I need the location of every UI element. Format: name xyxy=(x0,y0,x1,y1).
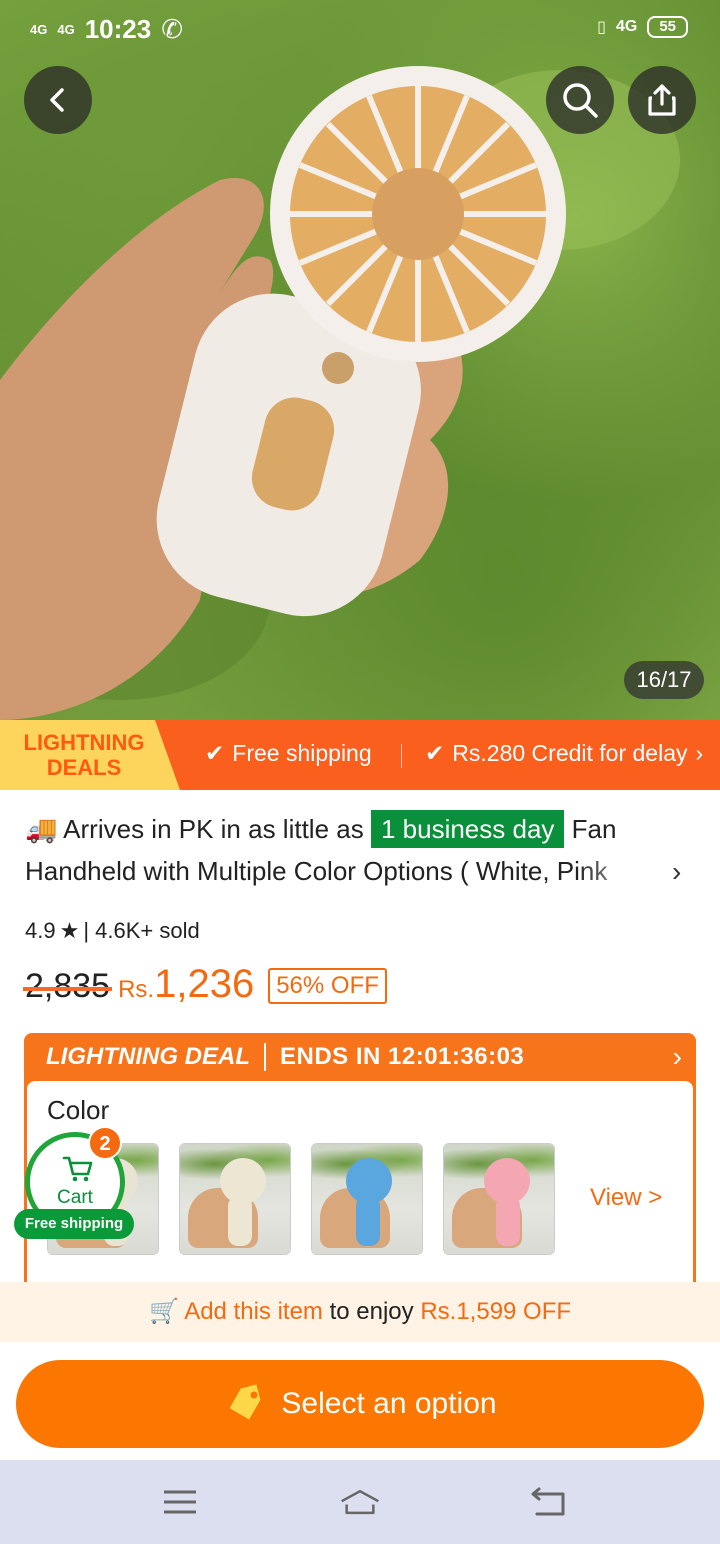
cart-icon xyxy=(62,1156,93,1182)
chevron-right-icon[interactable]: › xyxy=(673,1041,682,1073)
share-icon xyxy=(648,84,676,116)
price-row: 2,835 Rs.1,236 56% OFF xyxy=(22,962,387,1008)
price-tag-icon xyxy=(229,1384,261,1420)
rating-value: 4.9 xyxy=(25,918,56,943)
deals-bar[interactable]: LIGHTNING DEALS ✔ Free shipping ✔ Rs.280… xyxy=(0,720,720,790)
image-counter: 16/17 xyxy=(624,661,704,699)
countdown: ENDS IN 12:01:36:03 xyxy=(280,1043,525,1070)
free-shipping-label: Free shipping xyxy=(232,740,372,766)
delay-credit-item: ✔ Rs.280 Credit for delay › xyxy=(425,740,703,767)
star-icon: ★ xyxy=(59,918,80,943)
lightning-deals-tag: LIGHTNING DEALS xyxy=(0,720,180,790)
status-bar: 4G 4G 10:23 ✆ ▯ 4G 55 xyxy=(0,0,720,56)
whatsapp-icon: ✆ xyxy=(161,14,183,44)
promo-middle: to enjoy xyxy=(329,1298,414,1325)
lightning-deals-label: LIGHTNING DEALS xyxy=(23,730,145,780)
chevron-right-icon: › xyxy=(695,740,704,766)
product-title[interactable]: 🚚 Arrives in PK in as little as 1 busine… xyxy=(25,808,675,892)
sale-price: 1,236 xyxy=(154,962,255,1006)
lightning-deal-panel: LIGHTNING DEAL ENDS IN 12:01:36:03 › Col… xyxy=(24,1033,696,1301)
menu-icon xyxy=(164,1490,196,1514)
sold-count: | 4.6K+ sold xyxy=(83,918,200,943)
chevron-left-icon xyxy=(50,88,64,112)
cart-free-shipping-badge: Free shipping xyxy=(14,1209,134,1239)
add-cart-icon: 🛒 xyxy=(148,1298,179,1325)
clock: 10:23 xyxy=(84,14,152,44)
delay-credit-label: Rs.280 Credit for delay xyxy=(452,740,688,766)
battery-indicator: 55 xyxy=(647,16,688,38)
network-indicator-3: 4G xyxy=(615,18,638,35)
chevron-right-icon[interactable]: › xyxy=(672,856,681,888)
title-start: Fan xyxy=(571,814,617,844)
arrives-text: Arrives in PK in as little as xyxy=(63,814,364,844)
home-icon xyxy=(341,1489,379,1515)
original-price: 2,835 xyxy=(22,967,113,1005)
network-indicator-2: 4G xyxy=(57,21,75,37)
currency: Rs. xyxy=(118,976,155,1003)
color-option-blue[interactable] xyxy=(311,1143,423,1255)
lightning-deal-title: LIGHTNING DEAL xyxy=(46,1043,250,1070)
divider xyxy=(264,1043,266,1071)
color-option-cream[interactable] xyxy=(179,1143,291,1255)
color-option-pink[interactable] xyxy=(443,1143,555,1255)
checkmark-icon: ✔ xyxy=(205,740,225,766)
delivery-truck-icon: 🚚 xyxy=(25,814,58,844)
color-label: Color xyxy=(47,1095,110,1125)
free-shipping-item: ✔ Free shipping xyxy=(205,740,372,767)
back-arrow-icon xyxy=(531,1487,565,1516)
search-icon xyxy=(563,83,598,118)
rating-row[interactable]: 4.9 ★ | 4.6K+ sold xyxy=(25,918,200,944)
discount-badge: 56% OFF xyxy=(268,968,387,1004)
share-button[interactable] xyxy=(628,66,696,134)
delivery-badge: 1 business day xyxy=(370,810,565,848)
divider xyxy=(401,744,402,768)
view-all-colors-link[interactable]: View > xyxy=(590,1184,662,1212)
search-button[interactable] xyxy=(546,66,614,134)
lightning-deal-header[interactable]: LIGHTNING DEAL ENDS IN 12:01:36:03 xyxy=(46,1043,524,1071)
promo-highlight: Add this item xyxy=(184,1298,323,1325)
home-button[interactable] xyxy=(340,1482,380,1522)
vibrate-icon: ▯ xyxy=(597,19,606,36)
cart-label: Cart xyxy=(57,1187,93,1208)
network-indicator-1: 4G xyxy=(30,21,48,37)
select-option-button[interactable]: Select an option xyxy=(16,1360,704,1448)
system-nav-bar xyxy=(0,1460,720,1544)
select-option-label: Select an option xyxy=(281,1387,497,1420)
checkmark-icon: ✔ xyxy=(425,740,445,766)
promo-amount: Rs.1,599 OFF xyxy=(420,1298,572,1325)
title-line-2: Handheld with Multiple Color Options ( W… xyxy=(25,856,608,886)
cart-count-badge: 2 xyxy=(88,1126,122,1160)
back-button[interactable] xyxy=(24,66,92,134)
promo-banner[interactable]: 🛒 Add this item to enjoy Rs.1,599 OFF xyxy=(0,1282,720,1342)
product-image-carousel[interactable]: 4G 4G 10:23 ✆ ▯ 4G 55 16/17 xyxy=(0,0,720,720)
color-selector: Color View > xyxy=(27,1081,693,1301)
menu-button[interactable] xyxy=(160,1482,200,1522)
back-nav-button[interactable] xyxy=(528,1482,568,1522)
